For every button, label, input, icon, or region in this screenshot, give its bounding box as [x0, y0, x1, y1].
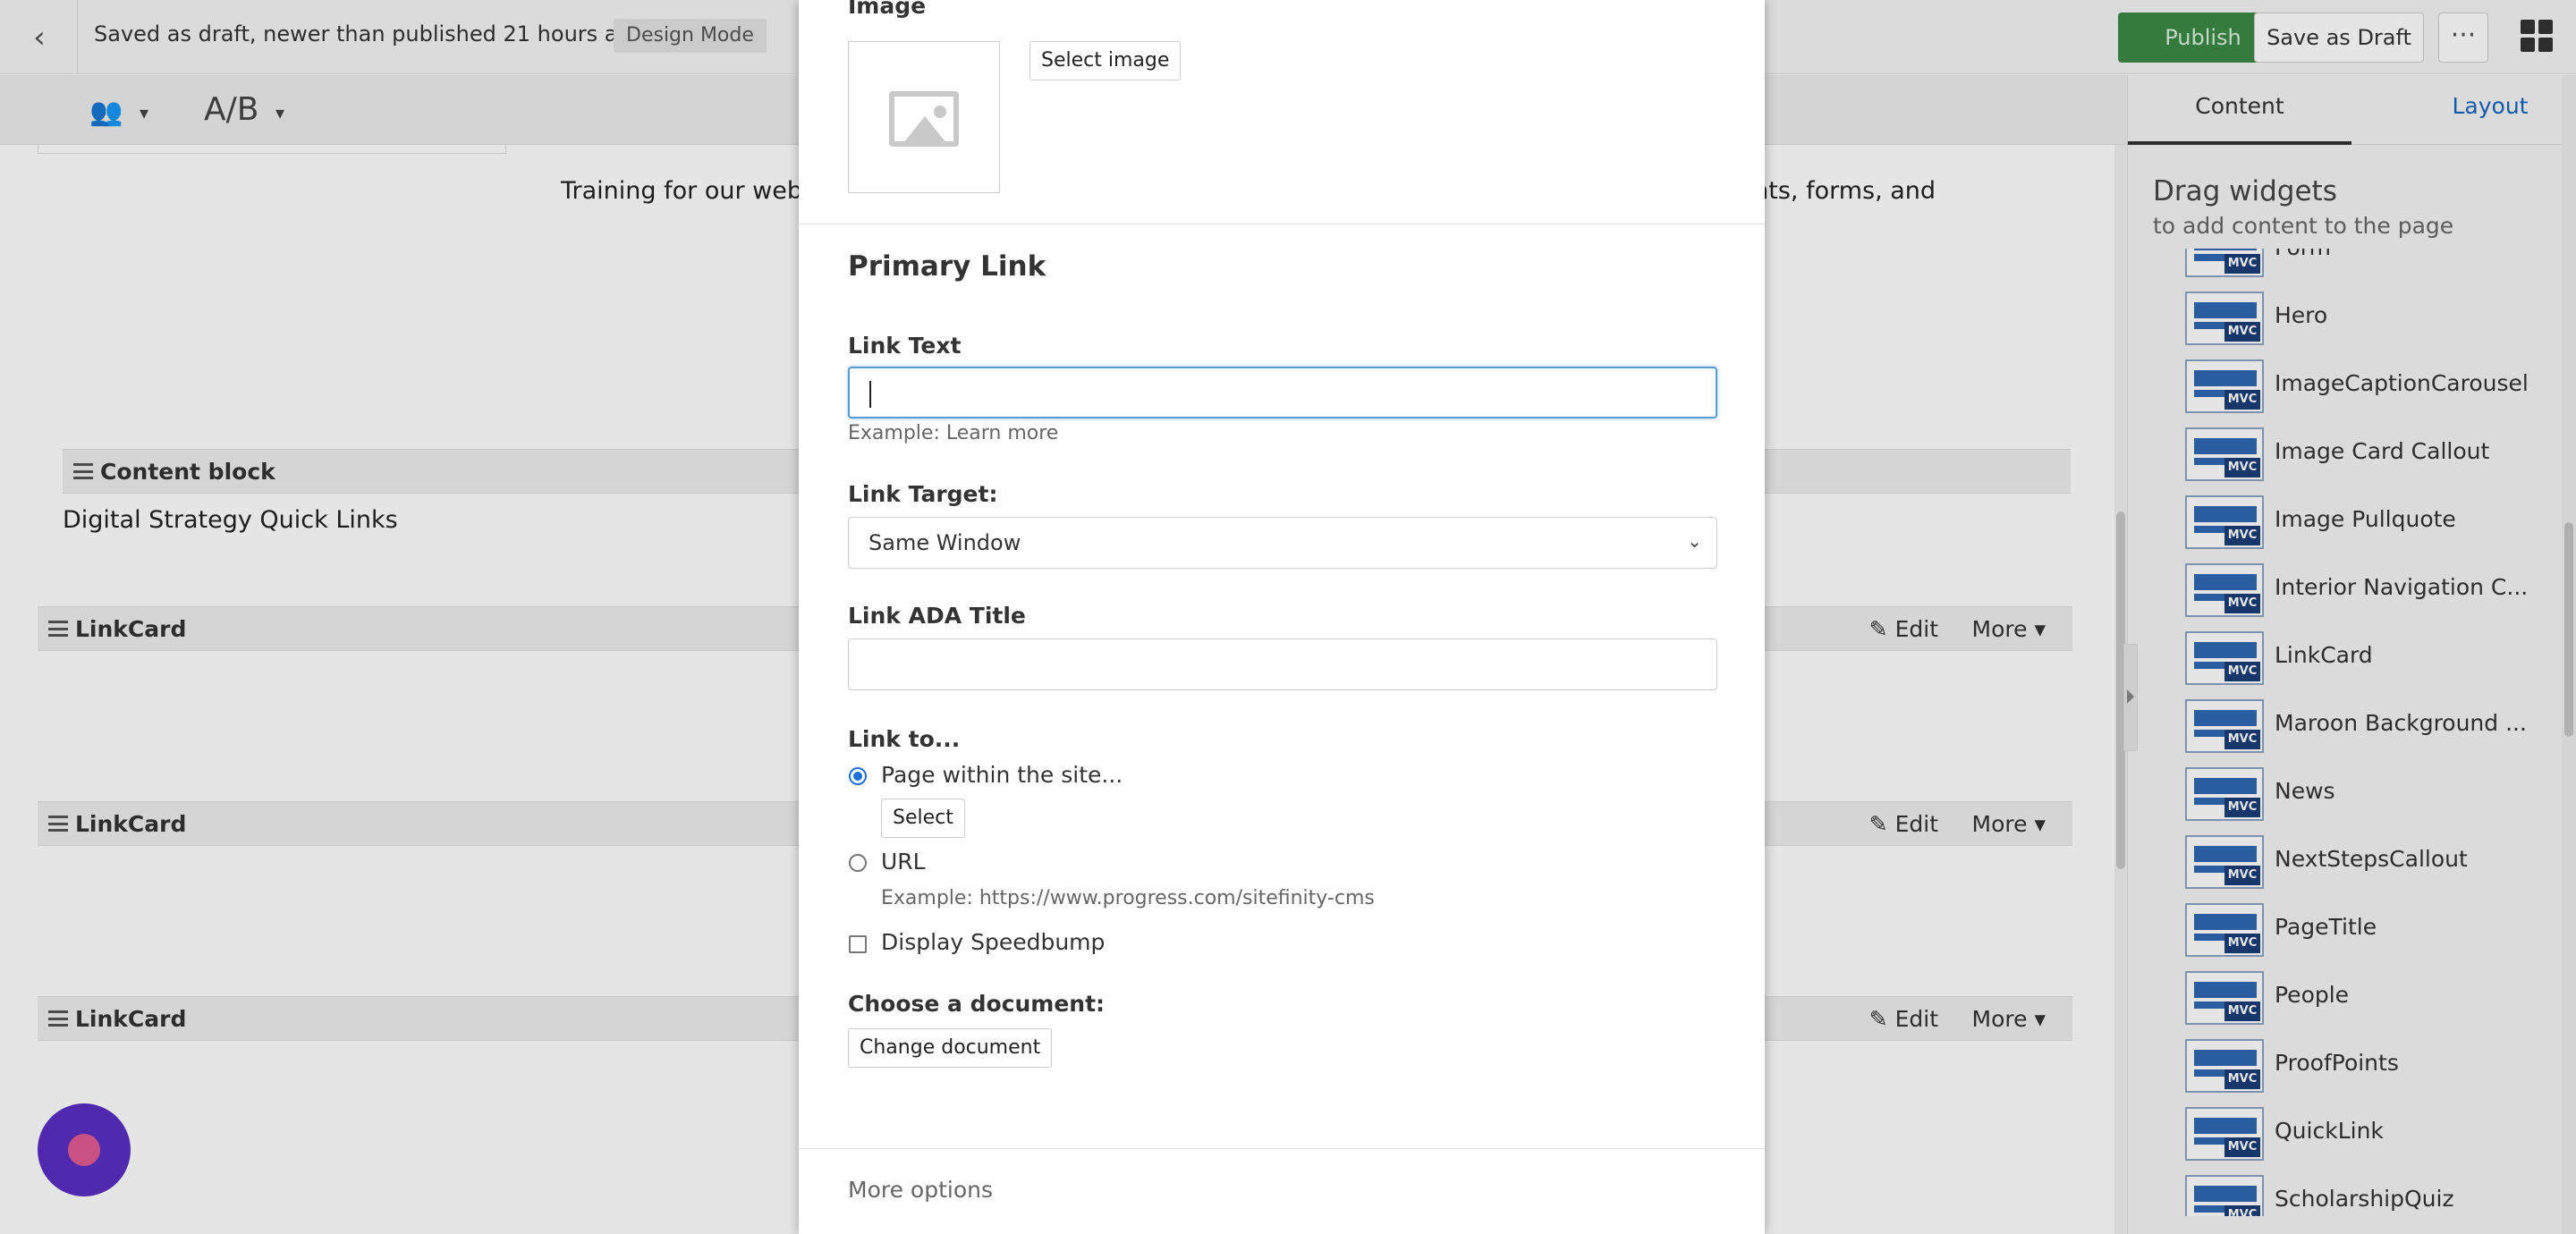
ada-title-label: Link ADA Title — [848, 603, 1026, 629]
edit-widget-dialog: Image Select image Primary Link Link Tex… — [799, 0, 1765, 1234]
link-text-help: Example: Learn more — [848, 422, 1059, 444]
link-target-select[interactable]: Same Window ⌄ — [848, 517, 1717, 569]
link-to-label: Link to... — [848, 726, 961, 752]
ada-title-input[interactable] — [848, 638, 1717, 690]
link-text-label: Link Text — [848, 333, 962, 359]
select-image-button[interactable]: Select image — [1030, 41, 1182, 80]
link-text-input[interactable] — [848, 367, 1717, 418]
link-target-label: Link Target: — [848, 481, 998, 507]
link-target-value: Same Window — [869, 530, 1021, 555]
select-page-button[interactable]: Select — [881, 799, 965, 838]
primary-link-title: Primary Link — [848, 250, 1046, 283]
image-label: Image — [848, 0, 927, 19]
url-label: URL — [881, 849, 926, 875]
url-radio[interactable] — [849, 854, 867, 872]
chevron-down-icon: ⌄ — [1687, 530, 1702, 552]
change-document-button[interactable]: Change document — [848, 1028, 1053, 1068]
footer-divider — [799, 1148, 1765, 1149]
image-placeholder — [848, 41, 1000, 193]
choose-document-label: Choose a document: — [848, 991, 1106, 1017]
text-cursor — [869, 381, 871, 408]
display-speedbump-label: Display Speedbump — [881, 929, 1106, 955]
display-speedbump-checkbox[interactable] — [849, 935, 867, 953]
page-within-site-label: Page within the site... — [881, 762, 1123, 788]
more-options-link[interactable]: More options — [848, 1177, 993, 1203]
image-placeholder-icon — [889, 91, 959, 147]
page-within-site-radio[interactable] — [849, 767, 867, 785]
url-help: Example: https://www.progress.com/sitefi… — [881, 887, 1375, 909]
